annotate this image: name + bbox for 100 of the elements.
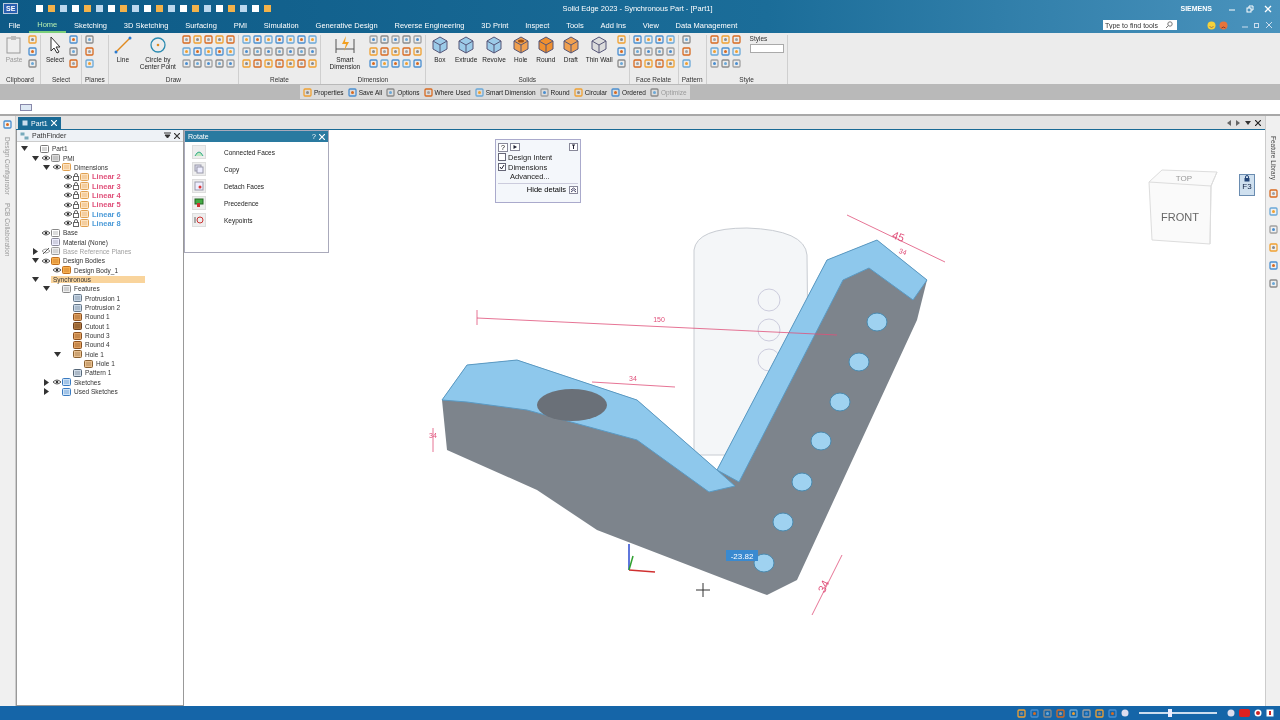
chevron-up-icon[interactable] bbox=[569, 185, 578, 194]
tool-icon[interactable] bbox=[720, 47, 730, 56]
eye-icon[interactable] bbox=[52, 164, 61, 171]
tool-icon[interactable] bbox=[643, 35, 653, 44]
left-arrow-icon[interactable] bbox=[1227, 119, 1232, 126]
tool-icon[interactable] bbox=[263, 59, 273, 68]
tool-icon[interactable] bbox=[69, 47, 78, 56]
tool-icon[interactable] bbox=[368, 47, 378, 56]
tool-icon[interactable] bbox=[274, 47, 284, 56]
triangle-down-icon[interactable] bbox=[43, 163, 50, 171]
tool-icon[interactable] bbox=[616, 35, 626, 44]
tool-icon[interactable] bbox=[379, 59, 389, 68]
tool-icon[interactable] bbox=[709, 47, 719, 56]
tool-icon[interactable] bbox=[274, 35, 284, 44]
tool-icon[interactable] bbox=[368, 35, 378, 44]
close-icon[interactable] bbox=[1255, 119, 1261, 126]
dimension-label[interactable]: 45 bbox=[890, 228, 907, 244]
tool-icon[interactable] bbox=[632, 35, 642, 44]
tool-icon[interactable] bbox=[632, 59, 642, 68]
lock-icon[interactable] bbox=[73, 172, 79, 181]
tool-icon[interactable] bbox=[69, 59, 78, 68]
tool-icon[interactable] bbox=[225, 35, 235, 44]
tool-icon[interactable] bbox=[1268, 189, 1278, 199]
eye-icon[interactable] bbox=[52, 267, 61, 274]
tool-icon[interactable] bbox=[390, 47, 400, 56]
tool-icon[interactable] bbox=[252, 47, 262, 56]
tool-icon[interactable] bbox=[307, 59, 317, 68]
triangle-down-icon[interactable] bbox=[32, 257, 39, 265]
tool-icon[interactable] bbox=[1268, 207, 1278, 217]
tool-icon[interactable] bbox=[379, 47, 389, 56]
tool-icon[interactable] bbox=[252, 59, 262, 68]
tool-icon[interactable] bbox=[85, 35, 94, 44]
tool-icon[interactable] bbox=[241, 59, 251, 68]
tool-icon[interactable] bbox=[214, 35, 224, 44]
tool-icon[interactable] bbox=[412, 35, 422, 44]
tool-icon[interactable] bbox=[720, 59, 730, 68]
lock-icon[interactable] bbox=[73, 191, 79, 200]
tool-icon[interactable] bbox=[709, 59, 719, 68]
tool-icon[interactable] bbox=[296, 35, 306, 44]
triangle-down-icon[interactable] bbox=[21, 145, 28, 153]
record-icon[interactable] bbox=[1254, 709, 1262, 717]
lock-icon[interactable] bbox=[73, 219, 79, 228]
checkbox[interactable] bbox=[498, 163, 506, 171]
triangle-right-icon[interactable] bbox=[43, 388, 50, 396]
tool-icon[interactable] bbox=[720, 35, 730, 44]
eye-icon[interactable] bbox=[41, 229, 50, 236]
tool-icon[interactable] bbox=[1095, 708, 1104, 718]
close-icon[interactable] bbox=[174, 132, 180, 139]
triangle-down-icon[interactable] bbox=[54, 350, 61, 358]
tool-icon[interactable] bbox=[643, 59, 653, 68]
triangle-down-icon[interactable] bbox=[32, 276, 39, 283]
tool-icon[interactable] bbox=[192, 59, 202, 68]
zoom-out-icon[interactable] bbox=[1121, 709, 1129, 717]
tool-icon[interactable] bbox=[214, 47, 224, 56]
tool-icon[interactable] bbox=[665, 47, 675, 56]
eye-icon[interactable] bbox=[63, 192, 72, 199]
tool-icon[interactable] bbox=[285, 35, 295, 44]
tool-icon[interactable] bbox=[632, 47, 642, 56]
tool-icon[interactable] bbox=[368, 59, 378, 68]
tool-icon[interactable] bbox=[203, 59, 213, 68]
tool-icon[interactable] bbox=[1268, 261, 1278, 271]
eye-icon[interactable] bbox=[63, 220, 72, 227]
tool-icon[interactable] bbox=[1268, 279, 1278, 289]
toolbar-icon[interactable] bbox=[20, 103, 32, 111]
tool-icon[interactable] bbox=[3, 120, 12, 129]
tool-icon[interactable] bbox=[1082, 708, 1091, 718]
triangle-down-icon[interactable] bbox=[32, 154, 39, 162]
tool-icon[interactable] bbox=[412, 59, 422, 68]
lock-icon[interactable] bbox=[73, 210, 79, 219]
tool-icon[interactable] bbox=[307, 47, 317, 56]
dimension-label[interactable]: 34 bbox=[815, 578, 832, 595]
tool-icon[interactable] bbox=[181, 35, 191, 44]
tool-icon[interactable] bbox=[731, 35, 741, 44]
tool-icon[interactable] bbox=[654, 35, 664, 44]
tool-icon[interactable] bbox=[401, 47, 411, 56]
tool-icon[interactable] bbox=[192, 47, 202, 56]
tool-icon[interactable] bbox=[181, 47, 191, 56]
tool-icon[interactable] bbox=[274, 59, 284, 68]
tool-icon[interactable] bbox=[1069, 708, 1078, 718]
tool-icon[interactable] bbox=[192, 35, 202, 44]
play-icon[interactable] bbox=[509, 143, 520, 151]
tool-icon[interactable] bbox=[731, 59, 741, 68]
zoom-in-icon[interactable] bbox=[1227, 709, 1235, 717]
tool-icon[interactable] bbox=[181, 59, 191, 68]
video-icon[interactable] bbox=[1239, 709, 1250, 717]
tool-icon[interactable] bbox=[616, 47, 626, 56]
tool-icon[interactable] bbox=[731, 47, 741, 56]
tool-icon[interactable] bbox=[681, 35, 691, 44]
tool-icon[interactable] bbox=[709, 35, 719, 44]
tool-icon[interactable] bbox=[1017, 708, 1026, 718]
tool-icon[interactable] bbox=[390, 35, 400, 44]
tool-icon[interactable] bbox=[28, 59, 37, 68]
tool-icon[interactable] bbox=[681, 47, 691, 56]
tool-icon[interactable] bbox=[307, 35, 317, 44]
eye-icon[interactable] bbox=[63, 211, 72, 218]
tool-icon[interactable] bbox=[654, 47, 664, 56]
smile-icon[interactable] bbox=[1207, 20, 1216, 30]
style-dropdown[interactable] bbox=[749, 44, 784, 53]
tool-icon[interactable] bbox=[285, 59, 295, 68]
tool-icon[interactable] bbox=[85, 59, 94, 68]
